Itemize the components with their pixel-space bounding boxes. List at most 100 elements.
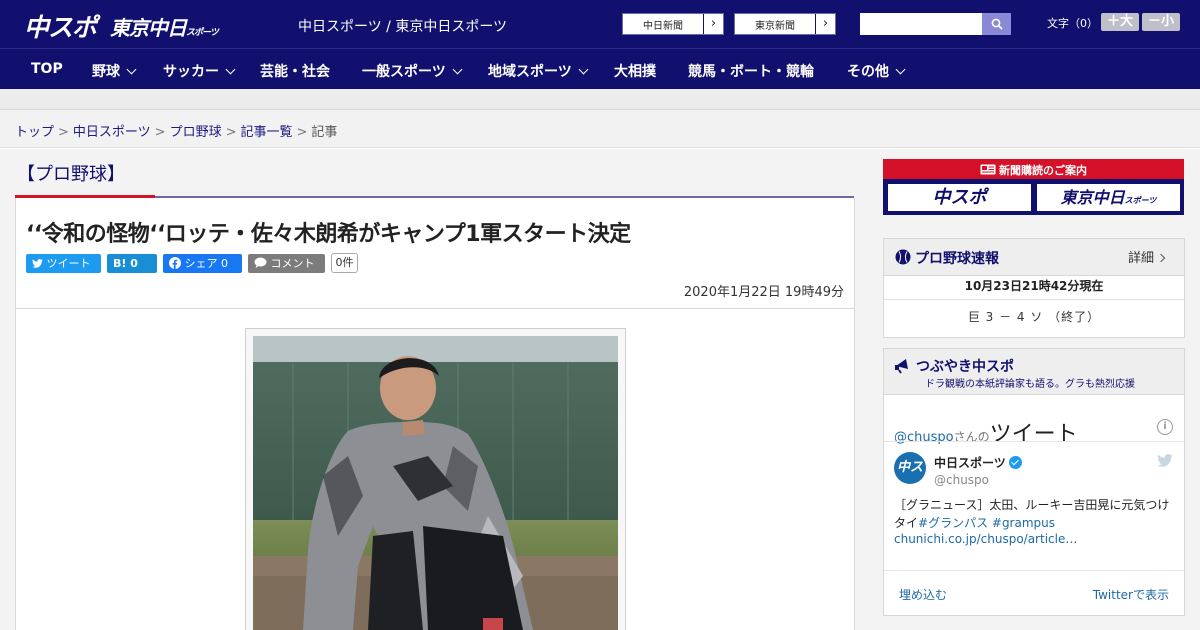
- breadcrumb-bar: トップ > 中日スポーツ > プロ野球 > 記事一覧 > 記事: [0, 110, 1200, 148]
- search-input[interactable]: [860, 13, 982, 35]
- nav-item-sumo[interactable]: 大相撲: [614, 61, 656, 81]
- nav-item-label: 大相撲: [614, 64, 656, 80]
- tweet-link[interactable]: chunichi.co.jp/chuspo/article…: [894, 532, 1077, 546]
- nav-item-label: 競馬・ボート・競輪: [688, 64, 814, 80]
- timeline-heading-text: ツイート: [989, 422, 1078, 447]
- subscribe-chuspo-link[interactable]: 中スポ: [887, 183, 1032, 212]
- site-title: 中日スポーツ / 東京中日スポーツ: [298, 19, 508, 35]
- breadcrumb-chunichi-sports[interactable]: 中日スポーツ: [73, 125, 151, 140]
- nav-item-top[interactable]: TOP: [31, 61, 63, 77]
- embed-link[interactable]: 埋め込む: [899, 586, 947, 603]
- nav-item-local-sports[interactable]: 地域スポーツ: [488, 61, 589, 81]
- subscribe-tokyo-chunichi-small: スポーツ: [1124, 196, 1157, 205]
- timeline-divider: [884, 441, 1184, 442]
- article-photo[interactable]: [253, 336, 618, 630]
- article-category: 【プロ野球】: [17, 164, 125, 185]
- article-divider: [16, 308, 854, 309]
- breadcrumb: トップ > 中日スポーツ > プロ野球 > 記事一覧 > 記事: [15, 121, 337, 140]
- comment-button[interactable]: コメント: [248, 254, 325, 273]
- tweet-author-name[interactable]: 中日スポーツ: [934, 454, 1022, 471]
- font-size-label: 文字（0）: [1047, 17, 1098, 30]
- twitter-bird-icon[interactable]: [1157, 454, 1173, 467]
- chunichi-shimbun-link[interactable]: 中日新聞 ›: [622, 13, 724, 35]
- breadcrumb-pro-baseball[interactable]: プロ野球: [170, 125, 222, 140]
- scoreboard-divider: [884, 299, 1184, 300]
- article-headline: ‘‘令和の怪物‘‘ロッテ・佐々木朗希がキャンプ1軍スタート決定: [26, 222, 631, 247]
- tokyo-chunichi-logo-small: スポーツ: [186, 28, 219, 38]
- breadcrumb-top[interactable]: トップ: [15, 125, 54, 140]
- comment-button-label: コメント: [270, 257, 315, 270]
- tweet-button-label: ツイート: [46, 257, 91, 270]
- subscribe-tokyo-chunichi-link[interactable]: 東京中日スポーツ: [1036, 183, 1181, 212]
- tokyo-shimbun-link[interactable]: 東京新聞 ›: [734, 13, 836, 35]
- nav-item-soccer[interactable]: サッカー: [163, 61, 236, 81]
- baseball-scoreboard: プロ野球速報 詳細 10月23日21時42分現在 巨 3 － 4 ソ （終了）: [883, 238, 1185, 338]
- subscribe-tokyo-chunichi-text: 東京中日: [1060, 188, 1125, 207]
- scoreboard-detail-link[interactable]: 詳細: [1127, 247, 1166, 266]
- tweet-text: ［グラニュース］太田、ルーキー吉田晃に元気つけ タイ#グランパス #grampus: [894, 496, 1176, 532]
- facebook-icon: [169, 257, 181, 269]
- publish-date: 2020年1月22日 19時49分: [683, 285, 844, 300]
- hatena-button-label: B! 0: [113, 257, 138, 270]
- category-rule: [155, 196, 854, 198]
- tweet-author-name-text: 中日スポーツ: [934, 456, 1006, 470]
- breadcrumb-current: 記事: [311, 125, 338, 140]
- twitter-widget-subtitle: ドラ観戦の本紙評論家も語る。グラも熱烈応援: [925, 379, 1135, 390]
- comment-count: 0件: [331, 253, 358, 273]
- nav-item-label: サッカー: [163, 64, 219, 80]
- font-larger-button[interactable]: ＋大: [1101, 13, 1139, 31]
- newspaper-icon: [980, 164, 996, 175]
- info-icon[interactable]: i: [1157, 419, 1173, 435]
- scoreboard-header: プロ野球速報 詳細: [884, 239, 1184, 276]
- nav-item-general-sports[interactable]: 一般スポーツ: [362, 61, 463, 81]
- baseball-icon: [895, 249, 911, 265]
- nav-item-others[interactable]: その他: [847, 61, 906, 81]
- scoreboard-title: プロ野球速報: [915, 251, 999, 267]
- main-nav: TOP 野球 サッカー 芸能・社会 一般スポーツ 地域スポーツ 大相撲 競馬・ボ…: [0, 48, 1200, 89]
- tweet-text-line2: タイ: [894, 516, 919, 530]
- tweet-button[interactable]: ツイート: [26, 254, 101, 273]
- chevron-down-icon: [895, 64, 906, 75]
- ad-strip: [0, 89, 1200, 110]
- breadcrumb-article-list[interactable]: 記事一覧: [241, 125, 293, 140]
- font-smaller-button[interactable]: －小: [1142, 13, 1180, 31]
- tokyo-chunichi-logo[interactable]: 東京中日スポーツ: [110, 12, 219, 41]
- tweet-author-handle[interactable]: @chuspo: [934, 473, 989, 487]
- nav-item-entertainment[interactable]: 芸能・社会: [260, 61, 330, 81]
- tweet-text-line1: ［グラニュース］太田、ルーキー吉田晃に元気つけ: [894, 498, 1170, 512]
- avatar[interactable]: 中スポ: [894, 452, 926, 507]
- timeline-handle[interactable]: @chuspo: [894, 430, 954, 445]
- nav-item-baseball[interactable]: 野球: [92, 61, 137, 81]
- nav-item-label: 芸能・社会: [260, 64, 330, 80]
- chevron-right-icon: ›: [703, 14, 723, 34]
- chevron-down-icon: [578, 64, 589, 75]
- player-photo-image: [253, 336, 618, 630]
- game-score[interactable]: 巨 3 － 4 ソ （終了）: [884, 308, 1184, 325]
- breadcrumb-separator: >: [225, 125, 237, 140]
- tokyo-shimbun-label: 東京新聞: [755, 21, 795, 32]
- timeline-footer-divider: [884, 570, 1184, 571]
- search-button[interactable]: [982, 13, 1011, 35]
- megaphone-icon: [895, 359, 908, 374]
- scoreboard-timestamp: 10月23日21時42分現在: [964, 279, 1104, 293]
- tweet-hashtags[interactable]: #グランパス #grampus: [918, 516, 1055, 530]
- hatena-bookmark-button[interactable]: B! 0: [107, 254, 157, 273]
- nav-item-racing[interactable]: 競馬・ボート・競輪: [688, 61, 814, 81]
- timeline-heading: @chuspoさんのツイート: [894, 416, 1078, 448]
- top-header: 中スポ 東京中日スポーツ 中日スポーツ / 東京中日スポーツ 中日新聞 › 東京…: [0, 0, 1200, 48]
- scoreboard-detail-label: 詳細: [1127, 251, 1154, 266]
- twitter-widget-title: つぶやき中スポ: [916, 359, 1014, 375]
- twitter-widget-header: つぶやき中スポ ドラ観戦の本紙評論家も語る。グラも熱烈応援: [884, 349, 1184, 395]
- twitter-bird-icon: [32, 259, 43, 268]
- view-on-twitter-link[interactable]: Twitterで表示: [1093, 586, 1169, 603]
- breadcrumb-separator: >: [296, 125, 308, 140]
- chevron-down-icon: [126, 64, 137, 75]
- facebook-button-label: シェア 0: [184, 257, 229, 270]
- nav-item-label: 地域スポーツ: [488, 64, 572, 80]
- nav-item-label: 一般スポーツ: [362, 64, 446, 80]
- speech-bubble-icon: [254, 257, 267, 268]
- nav-item-label: 野球: [92, 64, 120, 80]
- nav-item-label: その他: [847, 64, 889, 80]
- facebook-share-button[interactable]: シェア 0: [163, 254, 242, 273]
- chuspo-logo[interactable]: 中スポ: [24, 8, 97, 44]
